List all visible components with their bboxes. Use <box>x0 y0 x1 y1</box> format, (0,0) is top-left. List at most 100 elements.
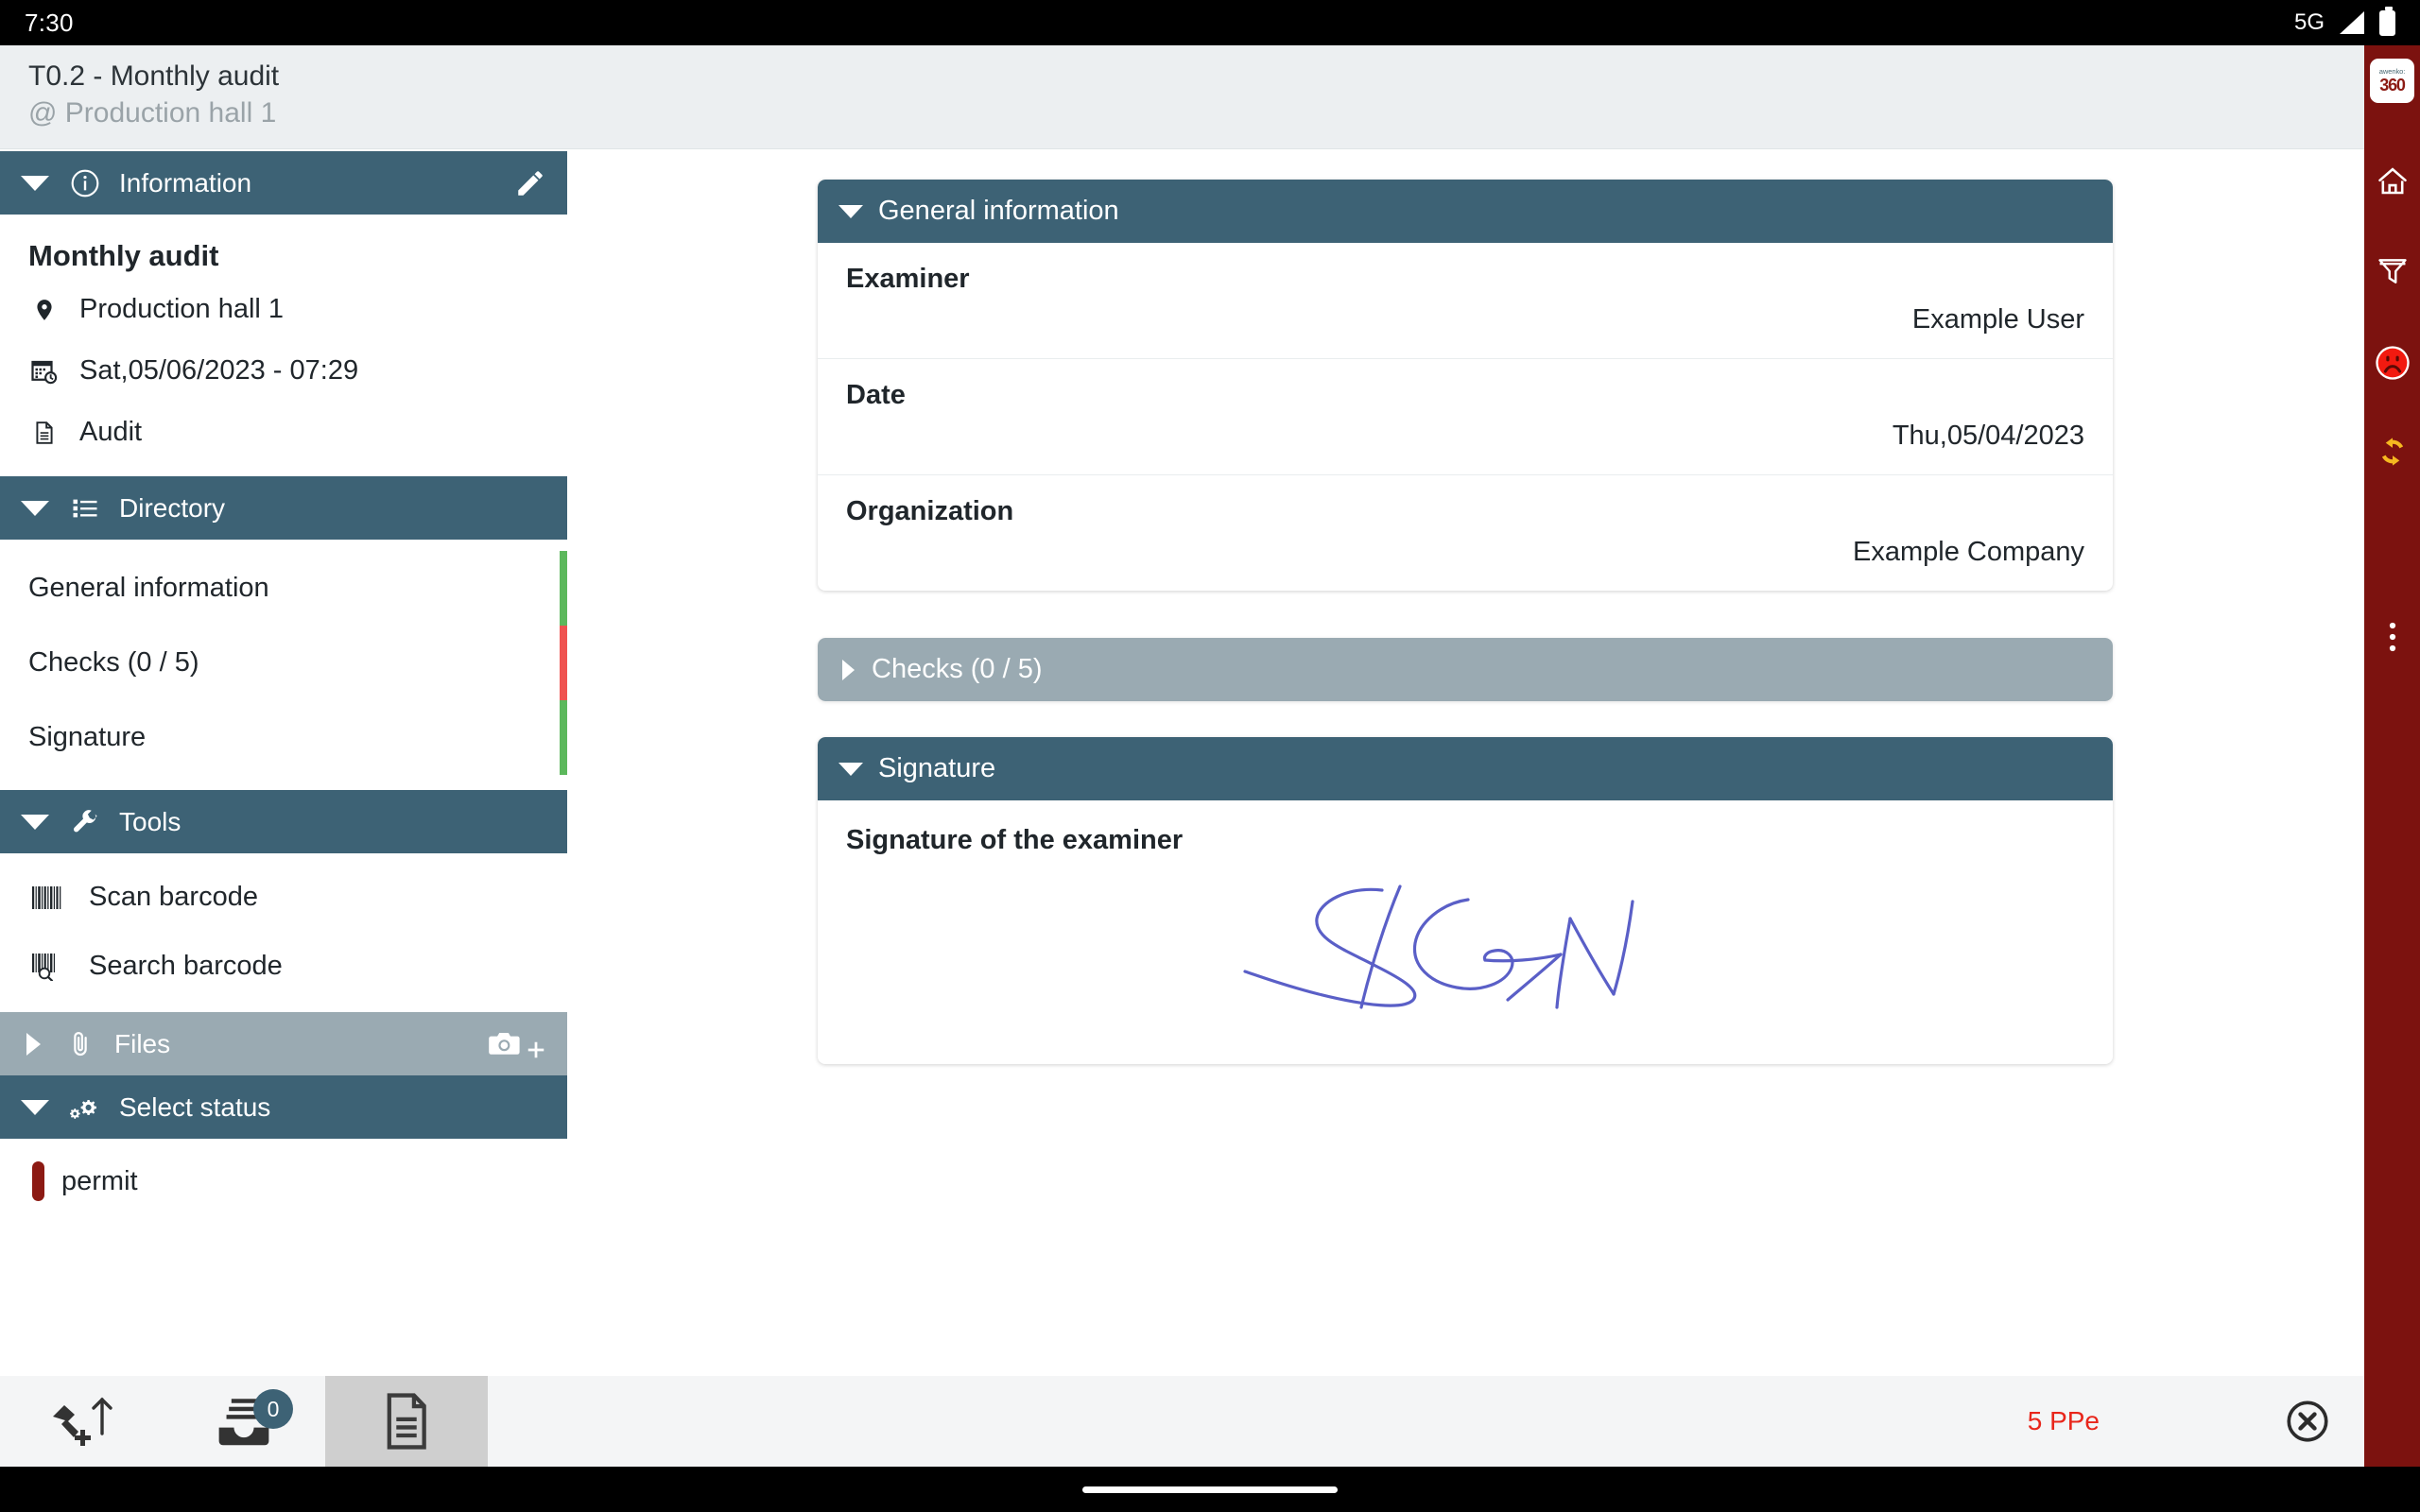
bottom-add-tool-button[interactable] <box>0 1376 163 1467</box>
sidebar-section-files[interactable]: Files <box>0 1012 567 1075</box>
card-checks-header[interactable]: Checks (0 / 5) <box>818 638 2113 701</box>
tools-body: Scan barcode Search barcode <box>0 853 567 1012</box>
directory-item-label: Signature <box>28 722 147 752</box>
directory-item-signature[interactable]: Signature <box>0 700 567 775</box>
card-signature-title: Signature <box>878 753 996 783</box>
more-vertical-icon[interactable] <box>2371 615 2414 659</box>
directory-status-bar <box>560 700 567 775</box>
card-checks: Checks (0 / 5) <box>818 638 2113 701</box>
gears-icon <box>66 1092 104 1123</box>
card-checks-title: Checks (0 / 5) <box>872 654 1043 684</box>
field-organization-value: Example Company <box>1853 537 2084 567</box>
field-examiner-label: Examiner <box>846 264 970 294</box>
add-photo-button[interactable] <box>488 1012 546 1075</box>
sync-icon[interactable] <box>2371 430 2414 473</box>
sad-face-status-icon[interactable] <box>2371 341 2414 385</box>
signal-bars-icon <box>2340 11 2364 34</box>
card-signature-header[interactable]: Signature <box>818 737 2113 800</box>
status-option-label: permit <box>61 1165 138 1196</box>
left-sidebar: Information Monthly audit Production hal… <box>0 151 567 1376</box>
directory-body: General information Checks (0 / 5) Signa… <box>0 540 567 790</box>
info-circle-icon <box>66 168 104 198</box>
directory-item-label: Checks (0 / 5) <box>28 647 199 678</box>
logo-bottom-text: 360 <box>2379 75 2406 94</box>
chevron-right-icon <box>26 1032 41 1056</box>
information-row-type: Audit <box>0 402 567 463</box>
edit-information-button[interactable] <box>514 151 546 215</box>
status-color-chip <box>32 1161 44 1201</box>
list-icon <box>66 494 104 523</box>
field-organization-label: Organization <box>846 496 1014 526</box>
filter-icon[interactable] <box>2371 249 2414 292</box>
sidebar-section-tools-label: Tools <box>119 806 182 836</box>
battery-full-icon <box>2379 6 2395 36</box>
tool-item-scan-barcode[interactable]: Scan barcode <box>0 863 567 932</box>
network-type-label: 5G <box>2293 9 2325 35</box>
close-circle-icon[interactable] <box>2251 1376 2364 1467</box>
sidebar-section-information-label: Information <box>119 167 252 198</box>
sidebar-section-tools[interactable]: Tools <box>0 790 567 853</box>
chevron-down-icon <box>838 204 863 218</box>
bottom-document-button[interactable] <box>325 1376 488 1467</box>
card-signature: Signature Signature of the examiner SIGN <box>818 737 2113 1064</box>
wrench-icon <box>66 808 104 836</box>
bottom-bar-spacer <box>488 1376 2028 1467</box>
status-option-permit[interactable]: permit <box>0 1139 567 1224</box>
logo-top-text: awenko: <box>2378 67 2406 77</box>
chevron-down-icon <box>21 500 49 516</box>
select-status-body: permit <box>0 1139 567 1224</box>
information-body: Monthly audit Production hall 1 Sat,05/0… <box>0 215 567 476</box>
ppe-indicator: 5 PPe <box>2027 1406 2100 1435</box>
barcode-icon <box>28 885 66 911</box>
directory-item-label: General information <box>28 573 269 603</box>
field-examiner: Examiner Example User <box>818 243 2113 359</box>
chevron-right-icon <box>842 659 855 680</box>
inbox-badge: 0 <box>253 1389 293 1429</box>
directory-item-general-information[interactable]: General information <box>0 551 567 626</box>
tool-item-label: Scan barcode <box>89 882 258 912</box>
directory-status-bar <box>560 626 567 700</box>
awenko-logo[interactable]: awenko: 360 <box>2370 59 2414 103</box>
field-date: Date Thu,05/04/2023 <box>818 359 2113 475</box>
barcode-search-icon <box>28 953 66 981</box>
paperclip-icon <box>61 1030 99 1058</box>
page-title: T0.2 - Monthly audit <box>28 60 280 92</box>
field-date-value: Thu,05/04/2023 <box>1892 421 2084 451</box>
information-datetime-text: Sat,05/06/2023 - 07:29 <box>79 355 359 386</box>
field-organization: Organization Example Company <box>818 475 2113 591</box>
page-subtitle: @ Production hall 1 <box>28 96 277 129</box>
system-clock: 7:30 <box>25 8 74 37</box>
information-row-datetime: Sat,05/06/2023 - 07:29 <box>0 340 567 402</box>
home-icon[interactable] <box>2371 160 2414 203</box>
directory-status-bar <box>560 551 567 626</box>
signature-canvas[interactable]: SIGN <box>818 856 2113 1064</box>
bottom-toolbar: 0 5 PPe <box>0 1376 2364 1467</box>
chevron-down-icon <box>838 762 863 776</box>
directory-item-checks[interactable]: Checks (0 / 5) <box>0 626 567 700</box>
calendar-clock-icon <box>28 357 60 386</box>
sidebar-section-directory-label: Directory <box>119 492 226 523</box>
sidebar-section-directory[interactable]: Directory <box>0 476 567 540</box>
gesture-pill[interactable] <box>1082 1486 1338 1493</box>
app-title-bar: T0.2 - Monthly audit @ Production hall 1 <box>0 45 2364 149</box>
system-status-bar: 7:30 5G <box>0 0 2420 45</box>
sidebar-section-information[interactable]: Information <box>0 151 567 215</box>
bottom-inbox-button[interactable]: 0 <box>163 1376 325 1467</box>
sidebar-section-select-status[interactable]: Select status <box>0 1075 567 1139</box>
chevron-down-icon <box>21 814 49 830</box>
document-icon <box>28 419 60 447</box>
chevron-down-icon <box>21 175 49 191</box>
signature-field-label: Signature of the examiner <box>846 825 1184 855</box>
information-row-location: Production hall 1 <box>0 279 567 340</box>
tool-item-label: Search barcode <box>89 951 283 981</box>
field-date-label: Date <box>846 380 906 410</box>
information-title: Monthly audit <box>28 239 219 272</box>
chevron-down-icon <box>21 1099 49 1115</box>
system-gesture-bar <box>0 1467 2420 1512</box>
information-location-text: Production hall 1 <box>79 294 285 324</box>
sidebar-section-select-status-label: Select status <box>119 1091 271 1122</box>
right-rail: awenko: 360 <box>2364 45 2420 1467</box>
map-pin-icon <box>28 296 60 324</box>
tool-item-search-barcode[interactable]: Search barcode <box>0 932 567 1001</box>
card-general-information-header[interactable]: General information <box>818 180 2113 243</box>
